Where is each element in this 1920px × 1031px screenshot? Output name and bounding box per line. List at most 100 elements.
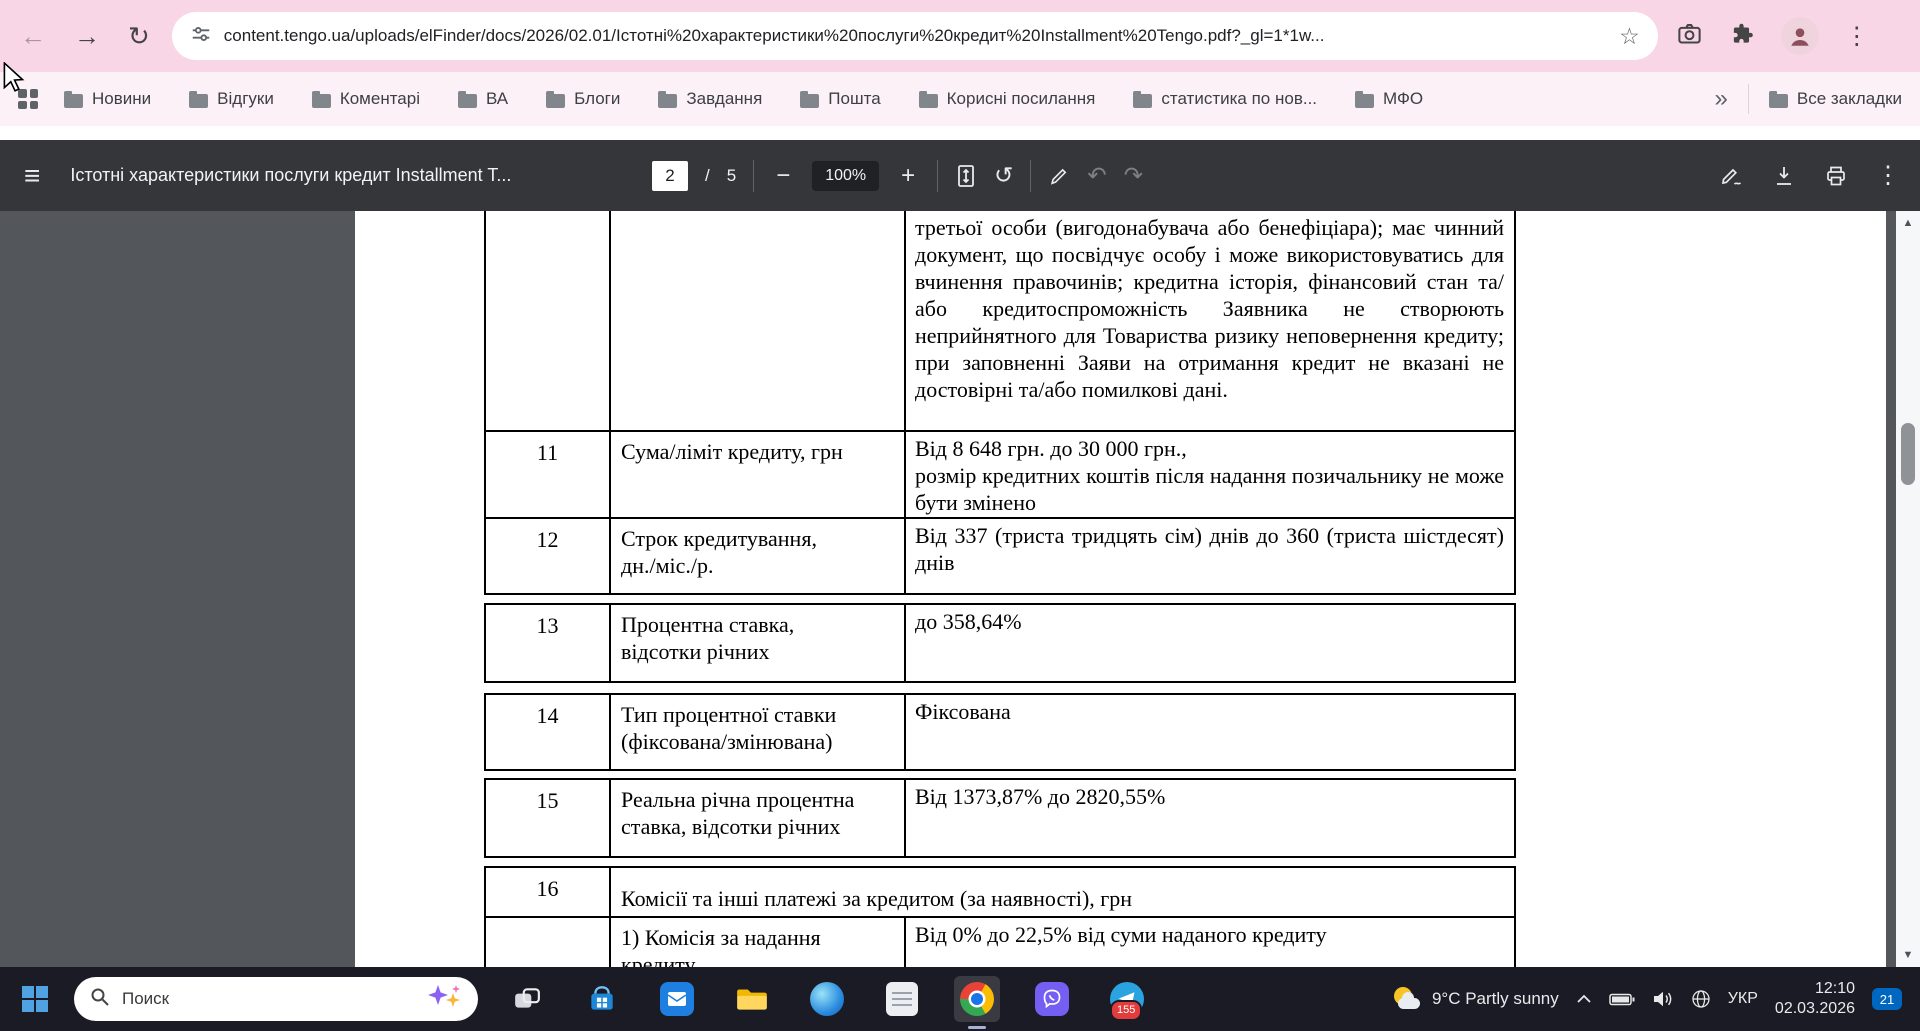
store-app-icon[interactable] xyxy=(579,976,625,1022)
site-settings-icon[interactable] xyxy=(190,23,212,50)
back-icon[interactable]: ← xyxy=(20,23,46,49)
folder-icon xyxy=(458,90,477,108)
table-row-13: 13 Процентна ставка, відсотки річних до … xyxy=(484,603,1516,683)
nav-buttons: ← → ↻ xyxy=(0,23,172,49)
url-text: content.tengo.ua/uploads/elFinder/docs/2… xyxy=(223,26,1325,45)
time-text: 12:10 xyxy=(1814,980,1855,997)
scrollbar-thumb[interactable] xyxy=(1901,423,1915,485)
pdf-title: Істотні характеристики послуги кредит In… xyxy=(70,165,512,185)
browser-toolbar: ← → ↻ content.tengo.ua/uploads/elFinder/… xyxy=(0,0,1920,72)
file-explorer-icon[interactable] xyxy=(729,976,775,1022)
pdf-more-icon[interactable]: ⋮ xyxy=(1876,161,1900,190)
page-background-strip xyxy=(0,126,1920,140)
search-input[interactable]: Поиск xyxy=(74,977,478,1021)
pdf-toolbar: ≡ Істотні характеристики послуги кредит … xyxy=(0,140,1920,211)
screen: ← → ↻ content.tengo.ua/uploads/elFinder/… xyxy=(0,0,1920,1031)
bookmark-item[interactable]: Завдання xyxy=(658,89,762,109)
chrome-app-icon[interactable] xyxy=(954,976,1000,1022)
bookmarks-overflow-icon[interactable]: » xyxy=(1715,85,1728,113)
bookmark-item[interactable]: Пошта xyxy=(800,89,881,109)
telegram-app-icon[interactable]: 155 xyxy=(1104,976,1150,1022)
edge-app-icon[interactable] xyxy=(804,976,850,1022)
pdf-viewer-background: третьої особи (вигодонабувача або бенефі… xyxy=(0,211,1920,967)
bookmark-item[interactable]: Корисні посилання xyxy=(918,89,1095,109)
bookmark-item[interactable]: Блоги xyxy=(546,89,620,109)
folder-icon xyxy=(546,90,566,108)
profile-avatar[interactable] xyxy=(1780,17,1819,55)
folder-icon xyxy=(189,90,209,108)
blue-app-icon[interactable] xyxy=(654,976,700,1022)
folder-icon xyxy=(311,90,331,108)
scroll-down-icon[interactable]: ▼ xyxy=(1896,949,1920,961)
zoom-level: 100% xyxy=(812,160,880,191)
taskbar: Поиск 155 9°C Partly sunny УКР 12:10 02.… xyxy=(0,967,1920,1031)
mouse-cursor xyxy=(2,61,26,99)
folder-icon xyxy=(800,90,820,108)
bookmark-item[interactable]: Відгуки xyxy=(189,89,274,109)
rotate-icon[interactable]: ↺ xyxy=(994,164,1013,187)
reload-icon[interactable]: ↻ xyxy=(128,23,150,49)
zoom-in-icon[interactable]: + xyxy=(896,162,920,190)
undo-icon[interactable]: ↶ xyxy=(1087,164,1106,187)
browser-menu-icon[interactable]: ⋮ xyxy=(1845,22,1869,51)
pen-annotate-icon[interactable] xyxy=(1048,165,1070,187)
divider xyxy=(937,159,939,192)
telegram-unread-badge: 155 xyxy=(1110,1000,1143,1021)
add-text-annotation-icon[interactable] xyxy=(1720,164,1744,188)
bookmarks-bar: Новини Відгуки Коментарі ВА Блоги Завдан… xyxy=(0,72,1920,126)
windows-logo-icon xyxy=(22,986,48,1012)
table-row-16: 16 Комісії та інші платежі за кредитом (… xyxy=(484,866,1516,918)
browser-actions: ⋮ xyxy=(1658,17,1887,55)
camera-icon[interactable] xyxy=(1676,20,1703,52)
table-row-11: 11 Сума/ліміт кредиту, грн Від 8 648 грн… xyxy=(484,430,1516,519)
folder-icon xyxy=(658,90,678,108)
bookmark-item[interactable]: Коментарі xyxy=(311,89,420,109)
table-row-14: 14 Тип процентної ставки (фіксована/змін… xyxy=(484,693,1516,771)
divider xyxy=(1747,84,1749,114)
folder-icon xyxy=(1768,90,1788,108)
divider xyxy=(753,159,755,192)
notification-badge[interactable]: 21 xyxy=(1872,988,1902,1010)
bookmark-item[interactable]: МФО xyxy=(1355,89,1423,109)
table-row-continuation: третьої особи (вигодонабувача або бенефі… xyxy=(484,211,1516,432)
scroll-up-icon[interactable]: ▲ xyxy=(1896,217,1920,229)
language-indicator[interactable]: УКР xyxy=(1728,990,1758,1008)
table-row-15: 15 Реальна річна процентна ставка, відсо… xyxy=(484,778,1516,858)
page-number-input[interactable]: 2 xyxy=(652,160,688,191)
extensions-puzzle-icon[interactable] xyxy=(1729,21,1755,52)
folder-icon xyxy=(1133,90,1153,108)
vertical-scrollbar[interactable]: ▲ ▼ xyxy=(1896,211,1920,967)
weather-icon xyxy=(1392,986,1422,1012)
network-icon[interactable] xyxy=(1691,989,1711,1009)
task-view-button[interactable] xyxy=(504,976,550,1022)
forward-icon[interactable]: → xyxy=(74,23,100,49)
clock-widget[interactable]: 12:10 02.03.2026 xyxy=(1775,979,1855,1019)
download-icon[interactable] xyxy=(1772,164,1796,188)
print-icon[interactable] xyxy=(1824,164,1848,188)
fit-page-icon[interactable] xyxy=(955,164,977,188)
weather-widget[interactable]: 9°C Partly sunny xyxy=(1392,986,1559,1012)
redo-icon[interactable]: ↷ xyxy=(1124,164,1143,187)
pdf-menu-icon[interactable]: ≡ xyxy=(24,160,40,192)
cell-continuation-text: третьої особи (вигодонабувача або бенефі… xyxy=(904,211,1516,432)
notes-app-icon[interactable] xyxy=(879,976,925,1022)
start-button[interactable] xyxy=(12,976,58,1022)
bookmark-item[interactable]: Новини xyxy=(64,89,151,109)
date-text: 02.03.2026 xyxy=(1774,1000,1855,1017)
credit-terms-table: третьої особи (вигодонабувача або бенефі… xyxy=(484,211,1516,967)
battery-icon[interactable] xyxy=(1609,992,1635,1007)
bookmark-item[interactable]: статистика по нов... xyxy=(1133,89,1317,109)
page-separator: / xyxy=(705,165,710,185)
address-bar[interactable]: content.tengo.ua/uploads/elFinder/docs/2… xyxy=(171,12,1658,60)
bookmark-star-icon[interactable]: ☆ xyxy=(1619,24,1640,48)
volume-icon[interactable] xyxy=(1652,990,1674,1008)
zoom-out-icon[interactable]: − xyxy=(771,162,795,190)
weather-text: 9°C Partly sunny xyxy=(1431,989,1559,1008)
tray-chevron-icon[interactable] xyxy=(1576,994,1592,1004)
search-icon xyxy=(90,987,110,1012)
copilot-sparkle-icon xyxy=(426,983,462,1016)
viber-app-icon[interactable] xyxy=(1029,976,1075,1022)
table-row-16a: 1) Комісія за надання кредиту Від 0% до … xyxy=(484,916,1516,967)
all-bookmarks-button[interactable]: Все закладки xyxy=(1768,89,1902,109)
bookmark-item[interactable]: ВА xyxy=(458,89,508,109)
